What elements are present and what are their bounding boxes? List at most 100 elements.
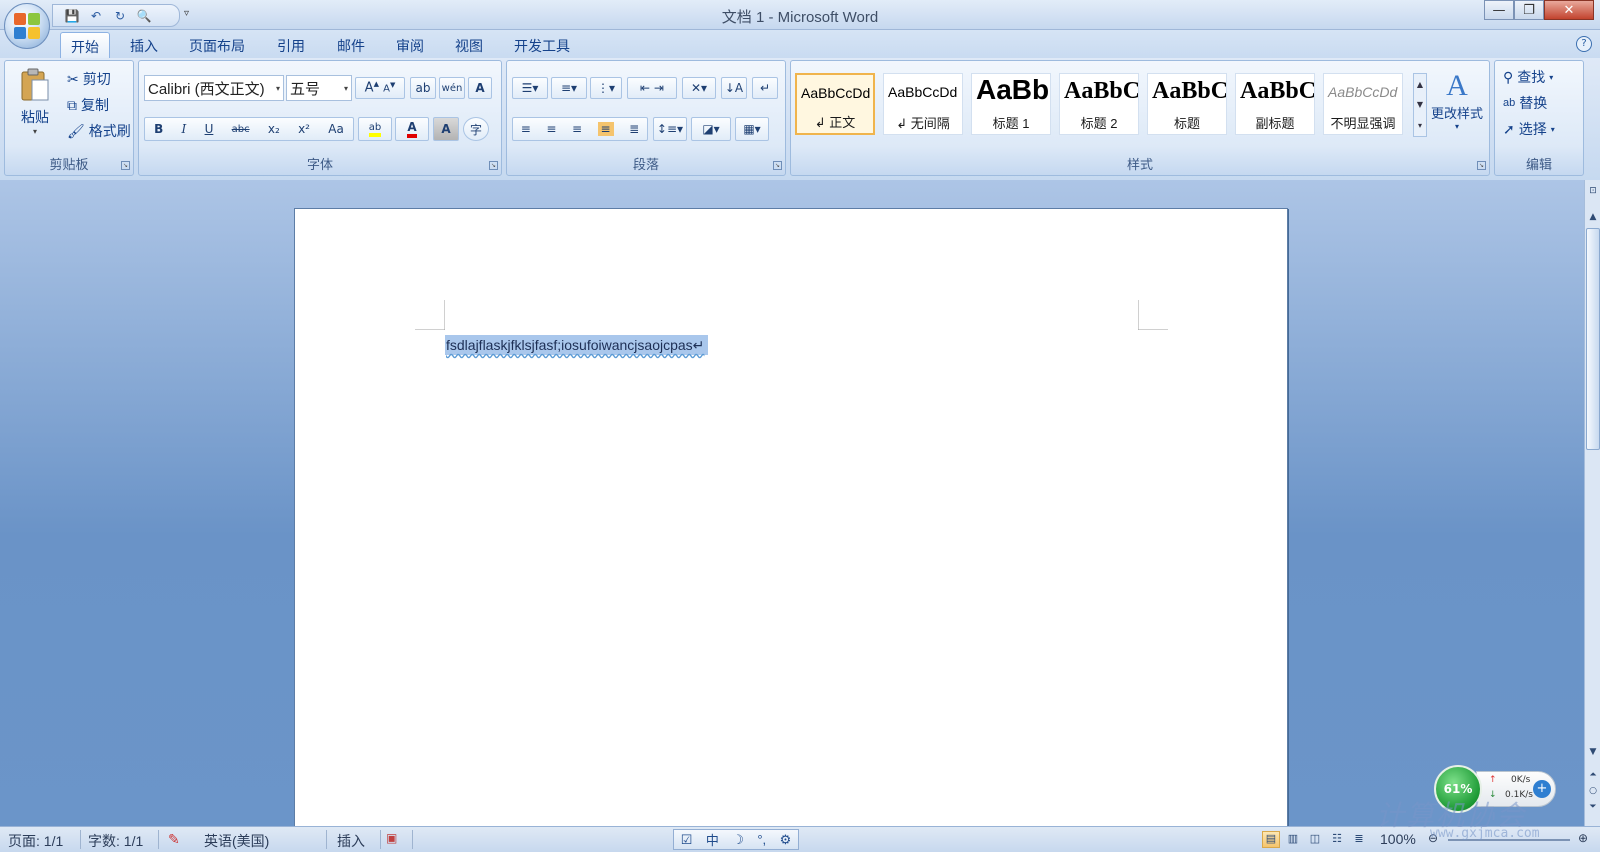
- decrease-indent-icon[interactable]: ⇤: [640, 81, 650, 95]
- style-title[interactable]: AaBbC 标题: [1147, 73, 1227, 135]
- punctuation-icon[interactable]: °,: [757, 832, 766, 847]
- styles-scroll[interactable]: ▲ ▼ ▾: [1413, 73, 1427, 137]
- scroll-down-icon[interactable]: ▼: [1586, 745, 1600, 760]
- replace-button[interactable]: ab 替换: [1503, 93, 1547, 113]
- macro-record-icon[interactable]: ▣: [386, 831, 397, 845]
- maximize-button[interactable]: ❐: [1514, 0, 1544, 20]
- enclose-characters-icon[interactable]: 字: [463, 117, 489, 141]
- previous-page-icon[interactable]: ⏶: [1586, 768, 1600, 783]
- word-count[interactable]: 字数: 1/1: [88, 831, 143, 851]
- web-layout-icon[interactable]: ◫: [1306, 831, 1324, 848]
- ime-mode[interactable]: 中: [706, 830, 719, 849]
- change-styles-button[interactable]: A 更改样式 ▾: [1427, 69, 1487, 151]
- character-border-icon[interactable]: A: [468, 77, 492, 99]
- ime-check-icon[interactable]: ☑: [681, 832, 693, 848]
- scroll-up-icon[interactable]: ▲: [1417, 80, 1423, 89]
- character-shading-icon[interactable]: A: [433, 117, 459, 141]
- font-size-combo[interactable]: 五号 ▾: [286, 75, 352, 101]
- font-name-combo[interactable]: Calibri (西文正文) ▾: [144, 75, 284, 101]
- style-normal[interactable]: AaBbCcDd ↲ 正文: [795, 73, 875, 135]
- ruler-toggle-icon[interactable]: ⊡: [1586, 184, 1600, 199]
- paragraph-launcher-icon[interactable]: ↘: [773, 161, 782, 170]
- find-button[interactable]: ⚲ 查找 ▾: [1503, 67, 1553, 87]
- grow-shrink-font-buttons[interactable]: A▲ A▼: [355, 77, 405, 99]
- align-right-icon[interactable]: ≡: [572, 122, 582, 136]
- tab-developer[interactable]: 开发工具: [514, 36, 570, 56]
- full-screen-reading-icon[interactable]: ▥: [1284, 831, 1302, 848]
- copy-button[interactable]: ⧉ 复制: [67, 95, 109, 115]
- justify-icon[interactable]: ≡: [597, 122, 614, 136]
- language[interactable]: 英语(美国): [204, 831, 269, 851]
- tab-review[interactable]: 审阅: [396, 36, 424, 56]
- style-subtitle[interactable]: AaBbC 副标题: [1235, 73, 1315, 135]
- document-text-selection[interactable]: fsdlajflaskjfklsjfasf;iosufoiwancjsaojcp…: [445, 335, 709, 355]
- format-painter-button[interactable]: 🖌 格式刷: [67, 121, 131, 141]
- draft-view-icon[interactable]: ≣: [1350, 831, 1368, 848]
- indent-buttons[interactable]: ⇤ ⇥: [627, 77, 677, 99]
- tab-page-layout[interactable]: 页面布局: [189, 36, 245, 56]
- tab-insert[interactable]: 插入: [130, 36, 158, 56]
- settings-gear-icon[interactable]: ⚙: [780, 832, 792, 848]
- vertical-scrollbar[interactable]: ⊡ ▲ ▼ ⏶ ○ ⏷: [1584, 180, 1600, 826]
- subscript-icon[interactable]: x₂: [268, 122, 280, 136]
- office-button[interactable]: [4, 3, 50, 49]
- shrink-font-icon[interactable]: A▼: [383, 81, 395, 94]
- chinese-layout-icon[interactable]: ✕▾: [682, 77, 716, 99]
- bold-icon[interactable]: B: [154, 122, 163, 136]
- minimize-button[interactable]: —: [1484, 0, 1514, 20]
- phonetic-guide-icon[interactable]: wén: [439, 77, 465, 99]
- style-heading-1[interactable]: AaBb 标题 1: [971, 73, 1051, 135]
- close-button[interactable]: ✕: [1544, 0, 1594, 20]
- strikethrough-icon[interactable]: abc: [232, 124, 250, 135]
- style-no-spacing[interactable]: AaBbCcDd ↲ 无间隔: [883, 73, 963, 135]
- scroll-down-icon[interactable]: ▼: [1417, 100, 1423, 109]
- highlight-button[interactable]: ab: [358, 117, 392, 141]
- distributed-icon[interactable]: ≣: [629, 122, 639, 136]
- grow-font-icon[interactable]: A▲: [365, 80, 379, 95]
- style-subtle-emphasis[interactable]: AaBbCcDd 不明显强调: [1323, 73, 1403, 135]
- insert-mode[interactable]: 插入: [337, 831, 365, 851]
- select-button[interactable]: ➚ 选择 ▾: [1503, 119, 1555, 139]
- tab-home[interactable]: 开始: [60, 32, 110, 58]
- tab-view[interactable]: 视图: [455, 36, 483, 56]
- moon-icon[interactable]: ☽: [732, 832, 744, 848]
- style-heading-2[interactable]: AaBbC 标题 2: [1059, 73, 1139, 135]
- clear-format-icon[interactable]: ab: [410, 77, 436, 99]
- bullets-icon[interactable]: ☰▾: [512, 77, 548, 99]
- superscript-icon[interactable]: x²: [298, 122, 310, 136]
- align-left-icon[interactable]: ≡: [521, 122, 531, 136]
- sort-icon[interactable]: ↓A: [721, 77, 747, 99]
- scroll-thumb[interactable]: [1586, 228, 1600, 450]
- line-spacing-icon[interactable]: ↕≡▾: [653, 117, 687, 141]
- increase-indent-icon[interactable]: ⇥: [654, 81, 664, 95]
- window-title: 文档 1 - Microsoft Word: [721, 9, 879, 26]
- print-layout-view-icon[interactable]: ▤: [1262, 831, 1280, 848]
- add-icon[interactable]: +: [1533, 780, 1551, 798]
- font-color-button[interactable]: A: [395, 117, 429, 141]
- change-case-icon[interactable]: Aa: [328, 122, 344, 136]
- tab-mailings[interactable]: 邮件: [337, 36, 365, 56]
- clipboard-launcher-icon[interactable]: ↘: [121, 161, 130, 170]
- proofing-icon[interactable]: ✎: [168, 831, 180, 848]
- help-icon[interactable]: ?: [1576, 36, 1592, 52]
- tab-references[interactable]: 引用: [277, 36, 305, 56]
- zoom-in-icon[interactable]: ⊕: [1578, 831, 1588, 845]
- outline-view-icon[interactable]: ☷: [1328, 831, 1346, 848]
- cut-button[interactable]: ✂ 剪切: [67, 69, 111, 89]
- more-styles-icon[interactable]: ▾: [1418, 121, 1422, 130]
- styles-launcher-icon[interactable]: ↘: [1477, 161, 1486, 170]
- page-count[interactable]: 页面: 1/1: [8, 831, 63, 851]
- underline-icon[interactable]: U: [205, 122, 214, 136]
- scroll-up-icon[interactable]: ▲: [1586, 210, 1600, 225]
- browse-object-icon[interactable]: ○: [1586, 784, 1600, 799]
- italic-icon[interactable]: I: [182, 122, 187, 136]
- multilevel-list-icon[interactable]: ⋮▾: [590, 77, 622, 99]
- align-center-icon[interactable]: ≡: [546, 122, 556, 136]
- next-page-icon[interactable]: ⏷: [1586, 800, 1600, 815]
- paste-button[interactable]: 粘贴 ▾: [13, 67, 57, 149]
- shading-icon[interactable]: ◪▾: [691, 117, 731, 141]
- font-launcher-icon[interactable]: ↘: [489, 161, 498, 170]
- show-marks-icon[interactable]: ↵: [752, 77, 778, 99]
- borders-icon[interactable]: ▦▾: [735, 117, 769, 141]
- numbering-icon[interactable]: ≡▾: [551, 77, 587, 99]
